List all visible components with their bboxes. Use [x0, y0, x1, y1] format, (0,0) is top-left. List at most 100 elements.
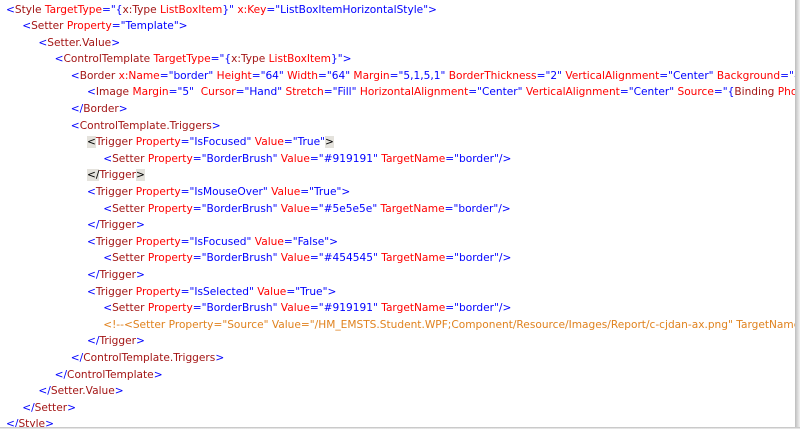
code-token-attribute-name: Property	[144, 202, 193, 215]
code-token-element-name: Setter.Value	[50, 385, 115, 398]
code-token-element-name: Trigger	[95, 136, 133, 149]
code-token-element-name: Setter	[112, 302, 145, 315]
code-token-attribute-name: TargetType	[150, 53, 211, 66]
code-token-delimiter: <	[70, 69, 80, 82]
code-token-delimiter: ="	[713, 86, 728, 99]
code-token-delimiter: ="	[300, 186, 314, 199]
code-line[interactable]: <Setter.Value>	[0, 35, 795, 52]
code-token-delimiter: ="	[210, 53, 225, 66]
code-token-delimiter: </	[87, 219, 100, 232]
code-token-delimiter: ="	[111, 20, 126, 33]
code-token-delimiter: ">	[336, 186, 351, 199]
code-token-delimiter: </	[38, 385, 51, 398]
code-token-element-name: Binding	[734, 86, 775, 99]
code-token-attribute-value: border	[459, 302, 494, 315]
code-token-attribute-name: Property	[132, 285, 181, 298]
code-line[interactable]: </Style>	[0, 416, 795, 427]
code-token-delimiter: ="	[445, 302, 460, 315]
code-token-element-name: Trigger	[95, 285, 133, 298]
code-line[interactable]: <Style TargetType="{x:Type ListBoxItem}"…	[0, 2, 795, 19]
code-token-delimiter: ="	[444, 202, 459, 215]
code-token-delimiter: <	[87, 86, 96, 99]
code-token-delimiter: >	[136, 269, 145, 281]
code-token-attribute-name: Value	[251, 235, 284, 248]
code-line[interactable]: </Setter.Value>	[0, 383, 795, 400]
code-token-element-name: Trigger	[95, 186, 133, 199]
code-token-delimiter: >	[136, 219, 145, 232]
code-token-delimiter: ="	[389, 69, 404, 82]
code-token-attribute-value: IsFocused	[194, 235, 247, 248]
code-token-delimiter: >	[211, 119, 221, 132]
screenshot-shadow-right	[795, 0, 800, 429]
code-token-delimiter: ="	[192, 252, 207, 265]
code-token-delimiter: >	[45, 418, 54, 427]
code-token-attribute-name: TargetName	[377, 252, 446, 265]
code-token-delimiter: ="	[266, 3, 281, 16]
code-line[interactable]: </ControlTemplate>	[0, 367, 795, 384]
code-token-element-name: Setter	[112, 152, 145, 165]
code-token-delimiter: ="	[619, 86, 634, 99]
code-line[interactable]: <Setter Property="BorderBrush" Value="#9…	[0, 151, 795, 168]
code-line[interactable]: <Trigger Property="IsFocused" Value="Tru…	[0, 134, 795, 151]
code-token-delimiter: >	[118, 103, 128, 116]
code-token-delimiter: "/>	[494, 302, 512, 315]
code-token-element-name: Style	[14, 3, 42, 16]
code-token-delimiter: ="	[309, 202, 324, 215]
code-token-attribute-name: Value	[267, 186, 301, 199]
code-token-attribute-name: TargetName	[377, 302, 446, 315]
code-line[interactable]: <Setter Property="BorderBrush" Value="#4…	[0, 250, 795, 267]
code-line[interactable]: </Trigger>	[0, 167, 795, 184]
code-line[interactable]: <Trigger Property="IsSelected" Value="Tr…	[0, 284, 795, 301]
code-line[interactable]: <Setter Property="Template">	[0, 18, 795, 35]
code-token-attribute-value: border	[459, 152, 494, 165]
code-line[interactable]: <Border x:Name="border" Height="64" Widt…	[0, 68, 795, 85]
code-line[interactable]: <Image Margin="5" Cursor="Hand" Stretch=…	[0, 84, 795, 101]
code-token-delimiter: ="	[309, 152, 324, 165]
code-token-element-name: Style	[18, 418, 46, 427]
code-token-attribute-name: Property	[132, 235, 181, 248]
code-token-attribute-name: Property	[132, 136, 181, 149]
code-token-delimiter: ="	[192, 152, 207, 165]
code-line[interactable]: </Setter>	[0, 400, 795, 417]
code-line[interactable]: <Trigger Property="IsFocused" Value="Fal…	[0, 234, 795, 251]
code-token-attribute-name: x:Name	[115, 69, 160, 82]
code-token-delimiter: ="	[235, 86, 250, 99]
code-line[interactable]: </ControlTemplate.Triggers>	[0, 350, 795, 367]
code-line[interactable]: <!--<Setter Property="Source" Value="/HM…	[0, 317, 795, 334]
code-line[interactable]: <Setter Property="BorderBrush" Value="#5…	[0, 201, 795, 218]
code-token-delimiter: </	[87, 269, 100, 281]
code-line[interactable]: </Border>	[0, 101, 795, 118]
code-token-attribute-name: Photo	[777, 86, 795, 99]
code-token-element-name: Trigger	[99, 335, 136, 348]
code-token-attribute-name: Value	[251, 136, 284, 149]
code-token-delimiter: "/>	[494, 252, 512, 265]
code-line[interactable]: </Trigger>	[0, 217, 795, 234]
code-token-attribute-name: Property	[144, 252, 193, 265]
code-token-delimiter: >	[67, 401, 76, 414]
code-token-attribute-name: Margin	[350, 69, 390, 82]
code-line[interactable]: <Trigger Property="IsMouseOver" Value="T…	[0, 184, 795, 201]
code-token-element-name: Setter	[31, 20, 64, 33]
code-line[interactable]: </Trigger>	[0, 267, 795, 284]
code-line[interactable]: </Trigger>	[0, 333, 795, 350]
code-token-element-name: Trigger	[99, 169, 136, 182]
code-line[interactable]: <Setter Property="BorderBrush" Value="#9…	[0, 300, 795, 317]
code-line[interactable]: <ControlTemplate TargetType="{x:Type Lis…	[0, 51, 795, 68]
code-token-attribute-name: Value	[277, 302, 310, 315]
code-token-attribute-value: Center	[481, 86, 518, 99]
code-token-attribute-name: TargetType	[41, 3, 102, 16]
code-token-attribute-name: Margin	[129, 86, 169, 99]
code-token-element-name: Image	[95, 86, 130, 99]
code-token-attribute-name: Height	[213, 69, 252, 82]
code-token-attribute-name: Value	[277, 202, 310, 215]
code-token-element-name: ControlTemplate	[63, 53, 151, 66]
code-token-attribute-name: ListBoxItem	[156, 3, 223, 16]
code-token-attribute-name: Value	[277, 152, 310, 165]
code-line[interactable]: <ControlTemplate.Triggers>	[0, 118, 795, 135]
code-token-delimiter: ="	[468, 86, 482, 99]
code-token-delimiter: ="	[192, 202, 207, 215]
code-token-attribute-value: BorderBrush	[206, 202, 273, 215]
code-token-attribute-value: IsSelected	[194, 285, 249, 298]
code-token-delimiter: ="	[283, 235, 298, 248]
xaml-code-editor[interactable]: <Style TargetType="{x:Type ListBoxItem}"…	[0, 0, 795, 427]
